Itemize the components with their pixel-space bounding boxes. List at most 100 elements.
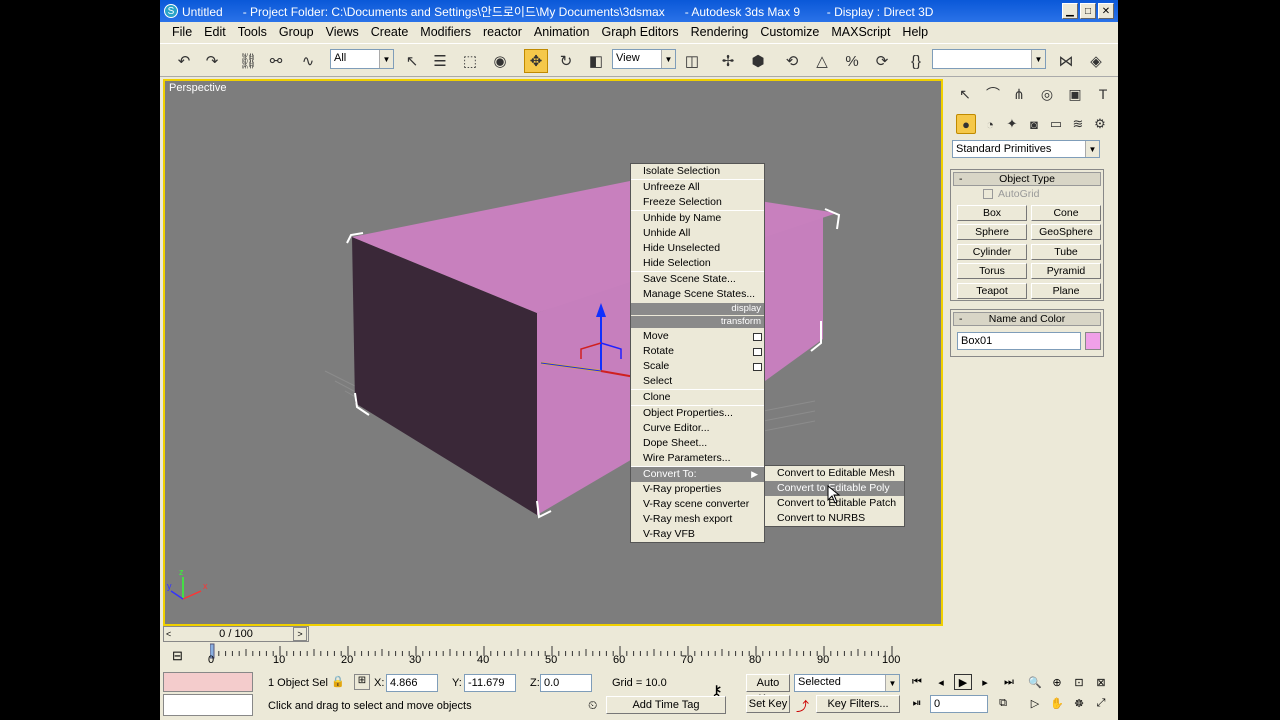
menu-help[interactable]: Help: [896, 25, 934, 39]
current-frame-input[interactable]: 0: [930, 695, 988, 713]
object-color-swatch[interactable]: [1085, 332, 1101, 350]
menu-customize[interactable]: Customize: [754, 25, 825, 39]
3ds-max-logo-icon[interactable]: S: [164, 4, 178, 18]
select-and-link-icon[interactable]: ⛓: [236, 49, 260, 73]
z-coordinate-input[interactable]: 0.0: [540, 674, 592, 692]
menu-item-isolate-selection[interactable]: Isolate Selection: [631, 164, 764, 179]
menu-item-unhide-by-name[interactable]: Unhide by Name: [631, 211, 764, 226]
cone-button[interactable]: Cone: [1031, 205, 1101, 221]
menu-item-rotate[interactable]: Rotate: [631, 344, 764, 359]
shapes-icon[interactable]: ◔: [980, 114, 1000, 134]
select-object-icon[interactable]: ↖: [400, 49, 424, 73]
menu-tools[interactable]: Tools: [232, 25, 273, 39]
snaps-toggle-icon[interactable]: ⟲: [780, 49, 804, 73]
autogrid-checkbox[interactable]: AutoGrid: [983, 188, 1039, 200]
key-filters-button[interactable]: Key Filters...: [816, 695, 900, 713]
menu-item-convert-nurbs[interactable]: Convert to NURBS: [765, 511, 904, 526]
pyramid-button[interactable]: Pyramid: [1031, 263, 1101, 279]
display-tab-icon[interactable]: ▣: [1064, 83, 1086, 105]
redo-icon[interactable]: ↷: [200, 49, 224, 73]
key-mode-dropdown[interactable]: Selected ▼: [794, 674, 900, 692]
keyboard-shortcut-override-icon[interactable]: ⬢: [746, 49, 770, 73]
menu-item-unfreeze-all[interactable]: Unfreeze All: [631, 180, 764, 195]
menu-item-vray-mesh-export[interactable]: V-Ray mesh export: [631, 512, 764, 527]
track-bar-menu-icon[interactable]: ⊟: [172, 648, 183, 664]
teapot-button[interactable]: Teapot: [957, 283, 1027, 299]
reference-coordinate-dropdown[interactable]: View ▼: [612, 49, 676, 69]
helpers-icon[interactable]: ▭: [1046, 114, 1066, 134]
create-tab-icon[interactable]: ↖: [954, 83, 976, 105]
time-tag-icon[interactable]: ⏲: [588, 698, 597, 713]
named-selection-sets-dropdown[interactable]: ▼: [932, 49, 1046, 69]
menu-item-dope-sheet[interactable]: Dope Sheet...: [631, 436, 764, 451]
object-type-header[interactable]: - Object Type: [953, 172, 1101, 186]
menu-item-clone[interactable]: Clone: [631, 390, 764, 405]
perspective-viewport[interactable]: Perspective z x y Isolate Selection Unfr…: [163, 79, 943, 626]
set-key-button[interactable]: Set Key: [746, 695, 790, 713]
motion-tab-icon[interactable]: ◎: [1036, 83, 1058, 105]
menu-item-wire-parameters[interactable]: Wire Parameters...: [631, 451, 764, 466]
spinner-snap-icon[interactable]: ⟳: [870, 49, 894, 73]
x-coordinate-input[interactable]: 4.866: [386, 674, 438, 692]
arc-rotate-icon[interactable]: ☸: [1070, 695, 1088, 711]
menu-item-curve-editor[interactable]: Curve Editor...: [631, 421, 764, 436]
menu-item-hide-selection[interactable]: Hide Selection: [631, 256, 764, 271]
time-slider[interactable]: < 0 / 100: [163, 626, 309, 642]
lock-icon[interactable]: 🔒: [331, 675, 345, 688]
absolute-mode-icon[interactable]: ⊞: [354, 674, 370, 690]
box-button[interactable]: Box: [957, 205, 1027, 221]
zoom-icon[interactable]: 🔍: [1026, 674, 1044, 690]
settings-box-icon[interactable]: [753, 333, 762, 341]
menu-file[interactable]: File: [166, 25, 198, 39]
pivot-center-icon[interactable]: ◫: [680, 49, 704, 73]
menu-modifiers[interactable]: Modifiers: [414, 25, 477, 39]
close-button[interactable]: ✕: [1098, 3, 1114, 19]
menu-create[interactable]: Create: [365, 25, 415, 39]
selection-filter-dropdown[interactable]: All ▼: [330, 49, 394, 69]
menu-item-scale[interactable]: Scale: [631, 359, 764, 374]
previous-frame-icon[interactable]: ◂: [932, 674, 950, 690]
menu-item-vray-properties[interactable]: V-Ray properties: [631, 482, 764, 497]
systems-icon[interactable]: ⚙: [1090, 114, 1110, 134]
menu-group[interactable]: Group: [273, 25, 320, 39]
percent-snap-icon[interactable]: %: [840, 49, 864, 73]
plane-button[interactable]: Plane: [1031, 283, 1101, 299]
menu-item-hide-unselected[interactable]: Hide Unselected: [631, 241, 764, 256]
go-to-end-icon[interactable]: ⏭: [1000, 674, 1018, 690]
menu-item-unhide-all[interactable]: Unhide All: [631, 226, 764, 241]
rectangular-selection-icon[interactable]: ⬚: [458, 49, 482, 73]
chevron-left-icon[interactable]: <: [166, 627, 171, 641]
hierarchy-tab-icon[interactable]: ⋔: [1008, 83, 1030, 105]
cameras-icon[interactable]: ◙: [1024, 114, 1044, 134]
mirror-icon[interactable]: ⋈: [1054, 49, 1078, 73]
select-and-manipulate-icon[interactable]: ✢: [716, 49, 740, 73]
zoom-all-icon[interactable]: ⊕: [1048, 674, 1066, 690]
settings-box-icon[interactable]: [753, 348, 762, 356]
select-and-move-icon[interactable]: ✥: [524, 49, 548, 73]
align-icon[interactable]: ◈: [1084, 49, 1108, 73]
lights-icon[interactable]: ✦: [1002, 114, 1022, 134]
zoom-extents-icon[interactable]: ⊡: [1070, 674, 1088, 690]
unlink-icon[interactable]: ⚯: [264, 49, 288, 73]
space-warps-icon[interactable]: ≋: [1068, 114, 1088, 134]
object-name-input[interactable]: Box01: [957, 332, 1081, 350]
zoom-extents-all-icon[interactable]: ⊠: [1092, 674, 1110, 690]
default-in-out-tangent-icon[interactable]: ⤴: [796, 696, 809, 715]
y-coordinate-input[interactable]: -11.679: [464, 674, 516, 692]
menu-item-select[interactable]: Select: [631, 374, 764, 389]
time-configuration-icon[interactable]: ⧉: [994, 695, 1012, 711]
menu-animation[interactable]: Animation: [528, 25, 596, 39]
geometry-icon[interactable]: ●: [956, 114, 976, 134]
select-and-scale-icon[interactable]: ◧: [584, 49, 608, 73]
menu-edit[interactable]: Edit: [198, 25, 232, 39]
go-to-start-icon[interactable]: ⏮: [908, 674, 926, 690]
add-time-tag-button[interactable]: Add Time Tag: [606, 696, 726, 714]
cylinder-button[interactable]: Cylinder: [957, 244, 1027, 260]
settings-box-icon[interactable]: [753, 363, 762, 371]
menu-views[interactable]: Views: [320, 25, 365, 39]
menu-item-manage-scene-states[interactable]: Manage Scene States...: [631, 287, 764, 302]
name-and-color-header[interactable]: - Name and Color: [953, 312, 1101, 326]
torus-button[interactable]: Torus: [957, 263, 1027, 279]
maximize-button[interactable]: □: [1080, 3, 1096, 19]
key-mode-toggle-icon[interactable]: ⏯: [908, 695, 926, 711]
